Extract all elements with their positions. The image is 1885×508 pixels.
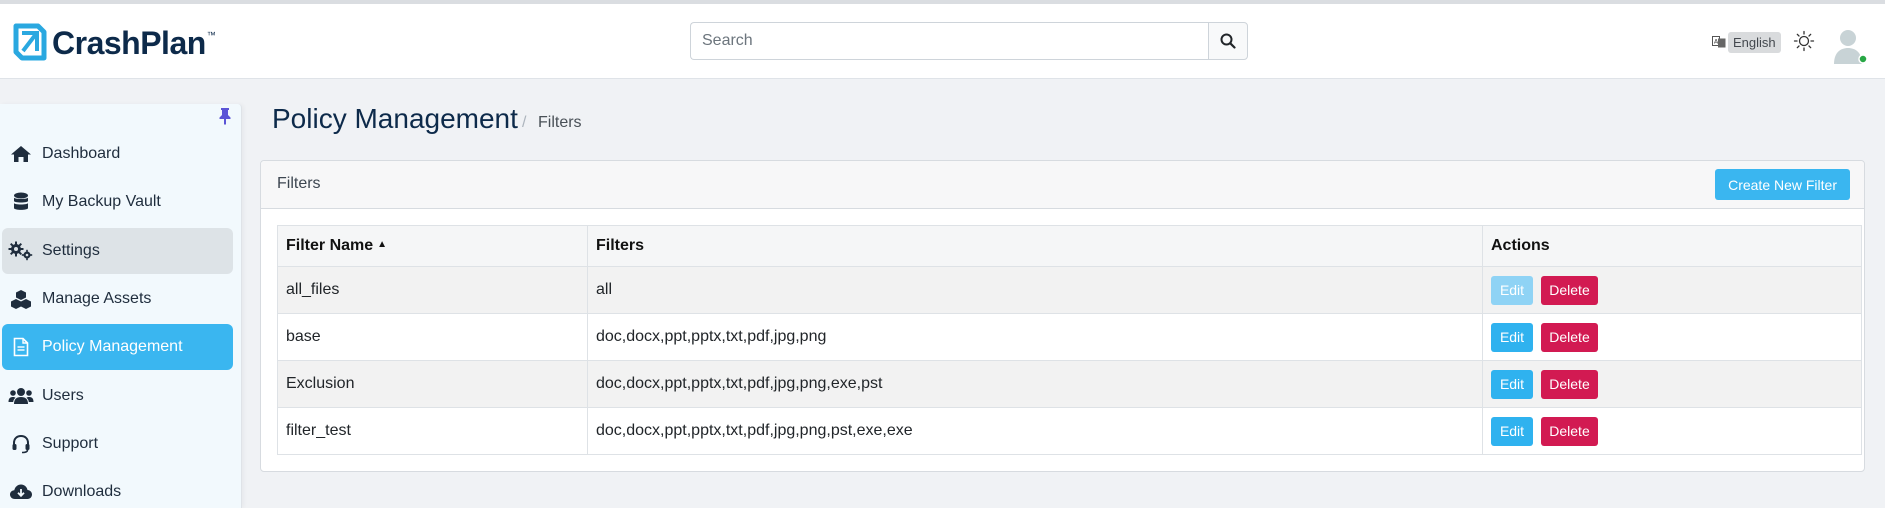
search-icon [1220, 33, 1236, 49]
sidebar-item-policy-management[interactable]: Policy Management [2, 324, 233, 370]
sidebar-item-label: Manage Assets [42, 290, 152, 307]
sidebar-item-manage-assets[interactable]: Manage Assets [2, 276, 233, 322]
sidebar-item-users[interactable]: Users [2, 373, 233, 419]
column-header-filters: Filters [587, 225, 1483, 267]
column-header-actions: Actions [1482, 225, 1862, 267]
sidebar-item-label: Users [42, 387, 84, 404]
column-header-filter-name[interactable]: Filter Name ▲ [277, 225, 588, 267]
card-title: Filters [277, 175, 321, 192]
actions-cell: Edit Delete [1482, 407, 1862, 455]
sidebar-item-settings[interactable]: Settings [2, 228, 233, 274]
search-bar [690, 22, 1248, 60]
edit-button[interactable]: Edit [1491, 322, 1533, 352]
sidebar-item-label: Settings [42, 242, 100, 259]
table-row: base doc,docx,ppt,pptx,txt,pdf,jpg,png E… [277, 313, 1862, 361]
actions-cell: Edit Delete [1482, 266, 1862, 314]
filter-name-cell: filter_test [277, 407, 588, 455]
language-selector[interactable]: A English [1712, 31, 1781, 53]
delete-button[interactable]: Delete [1541, 275, 1598, 305]
file-icon [8, 336, 34, 358]
filter-extensions-cell: doc,docx,ppt,pptx,txt,pdf,jpg,png [587, 313, 1483, 361]
table-header-row: Filter Name ▲ Filters Actions [277, 225, 1862, 267]
sidebar-item-label: Downloads [42, 483, 122, 500]
filters-table: Filter Name ▲ Filters Actions all_files a… [277, 225, 1862, 455]
trademark: ™ [206, 30, 216, 40]
delete-button[interactable]: Delete [1541, 369, 1598, 399]
edit-button[interactable]: Edit [1491, 416, 1533, 446]
sidebar: Dashboard My Backup Vault Settings Manag… [0, 104, 242, 508]
top-header: CrashPlan™ A English [0, 4, 1885, 79]
search-button[interactable] [1208, 22, 1248, 60]
filter-name-cell: all_files [277, 266, 588, 314]
cubes-icon [8, 288, 34, 310]
page-title: Policy Management [272, 103, 518, 134]
actions-cell: Edit Delete [1482, 313, 1862, 361]
crashplan-logo-icon [13, 23, 47, 61]
sidebar-item-label: Policy Management [42, 338, 183, 355]
breadcrumb-separator: / [522, 114, 527, 131]
filter-name-cell: Exclusion [277, 360, 588, 408]
sidebar-item-label: Dashboard [42, 145, 121, 162]
sidebar-item-my-backup-vault[interactable]: My Backup Vault [2, 179, 233, 225]
cloud-download-icon [8, 481, 34, 503]
search-input[interactable] [690, 22, 1208, 60]
card-header: Filters Create New Filter [261, 161, 1864, 209]
actions-cell: Edit Delete [1482, 360, 1862, 408]
online-status-dot [1858, 54, 1868, 64]
language-label: English [1728, 31, 1781, 53]
create-new-filter-button[interactable]: Create New Filter [1715, 169, 1850, 200]
filter-extensions-cell: doc,docx,ppt,pptx,txt,pdf,jpg,png,pst,ex… [587, 407, 1483, 455]
sidebar-item-label: Support [42, 435, 99, 452]
filter-name-cell: base [277, 313, 588, 361]
sidebar-item-support[interactable]: Support [2, 421, 233, 467]
brand-name: CrashPlan [52, 24, 206, 61]
gears-icon [8, 240, 34, 262]
sidebar-item-downloads[interactable]: Downloads [2, 469, 233, 508]
translate-icon: A [1712, 36, 1726, 48]
avatar[interactable] [1832, 26, 1868, 66]
home-icon [8, 143, 34, 165]
sort-ascending-icon: ▲ [377, 239, 388, 251]
table-row: all_files all Edit Delete [277, 266, 1862, 314]
breadcrumb: Filters [538, 114, 582, 131]
users-icon [8, 385, 34, 407]
column-header-label: Filter Name [286, 237, 374, 254]
sidebar-item-label: My Backup Vault [42, 193, 161, 210]
crashplan-logo[interactable]: CrashPlan ™ [8, 19, 216, 67]
edit-button[interactable]: Edit [1491, 369, 1533, 399]
sun-icon[interactable] [1793, 30, 1815, 52]
pin-icon[interactable] [218, 107, 232, 125]
database-icon [8, 191, 34, 213]
delete-button[interactable]: Delete [1541, 416, 1598, 446]
filter-extensions-cell: doc,docx,ppt,pptx,txt,pdf,jpg,png,exe,ps… [587, 360, 1483, 408]
filter-extensions-cell: all [587, 266, 1483, 314]
edit-button[interactable]: Edit [1491, 275, 1533, 305]
filters-card: Filters Create New Filter Filter Name ▲ F… [260, 160, 1865, 472]
sidebar-item-dashboard[interactable]: Dashboard [2, 131, 233, 177]
table-row: Exclusion doc,docx,ppt,pptx,txt,pdf,jpg,… [277, 360, 1862, 408]
headset-icon [8, 433, 34, 455]
table-row: filter_test doc,docx,ppt,pptx,txt,pdf,jp… [277, 407, 1862, 455]
delete-button[interactable]: Delete [1541, 322, 1598, 352]
